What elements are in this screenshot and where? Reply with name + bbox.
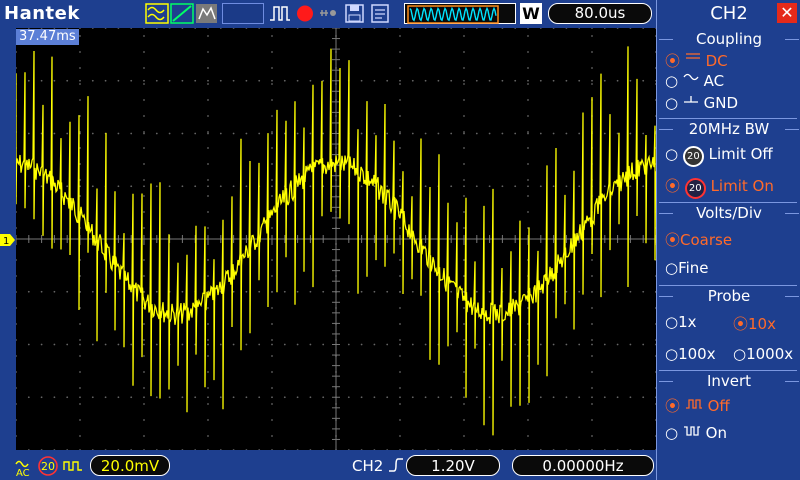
- channel-menu: CH2 ✕ Coupling ⦿ DC ○ AC ○ GND 20MHz BW …: [656, 0, 800, 480]
- svg-text:1: 1: [3, 236, 9, 247]
- status-blank-box: [222, 3, 264, 24]
- volts-div-label: Volts/Div: [657, 204, 800, 222]
- radio-selected-icon: ⦿: [665, 177, 681, 195]
- toolbar-icons[interactable]: [318, 3, 398, 24]
- radio-icon: ○: [665, 313, 679, 331]
- radio-icon: ○: [665, 145, 679, 163]
- invert-label: Invert: [657, 372, 800, 390]
- bw-20-icon: 20: [684, 178, 706, 199]
- radio-selected-icon: ⦿: [665, 52, 681, 70]
- dc-icon: [685, 53, 700, 59]
- channel-level-marker[interactable]: 1: [0, 232, 16, 248]
- graticule: [16, 28, 656, 450]
- invert-off-option[interactable]: ⦿ Off: [665, 395, 730, 416]
- bw-limit-off-option[interactable]: ○ 20 Limit Off: [665, 145, 773, 167]
- run-stop-icon[interactable]: [296, 3, 314, 24]
- probe-1000x-label: 1000x: [746, 345, 794, 363]
- channel-status-icons: AC 20: [15, 456, 82, 478]
- radio-icon: ○: [665, 345, 679, 363]
- coupling-gnd-label: GND: [703, 94, 739, 112]
- inverted-pulse-icon: [683, 426, 700, 436]
- menu-divider: [659, 285, 797, 286]
- volts-div-value[interactable]: 20.0mV: [90, 455, 170, 476]
- coupling-ac-label: AC: [703, 72, 725, 90]
- menu-divider: [659, 202, 797, 203]
- trigger-source-label: CH2: [352, 457, 384, 475]
- volts-fine-label: Fine: [678, 259, 709, 277]
- radio-selected-icon: ⦿: [665, 397, 681, 415]
- volts-coarse-label: Coarse: [680, 231, 733, 249]
- invert-on-label: On: [705, 424, 727, 442]
- top-status-bar: Hantek W 80.0us: [0, 0, 656, 28]
- radio-selected-icon: ⦿: [665, 231, 681, 249]
- svg-text:20: 20: [41, 460, 55, 473]
- bw-label: 20MHz BW: [657, 120, 800, 138]
- waveform-display[interactable]: 37.47ms: [16, 28, 656, 450]
- bw-limit-on-label: Limit On: [710, 177, 774, 195]
- trigger-time-marker[interactable]: 37.47ms: [16, 29, 79, 45]
- radio-icon: ○: [733, 345, 747, 363]
- svg-text:AC: AC: [16, 468, 30, 478]
- ac-icon: [683, 73, 699, 81]
- probe-100x-option[interactable]: ○100x: [665, 345, 716, 363]
- close-button[interactable]: ✕: [777, 3, 797, 23]
- invert-off-label: Off: [707, 397, 730, 415]
- coupling-dc-option[interactable]: ⦿ DC: [665, 50, 728, 71]
- trigger-source[interactable]: CH2: [352, 457, 404, 475]
- gnd-icon: [683, 96, 698, 103]
- coupling-ac-option[interactable]: ○ AC: [665, 72, 724, 90]
- bottom-status-bar: AC 20 20.0mV CH2 1.20V 0.00000Hz: [0, 450, 656, 480]
- bw-limit-off-label: Limit Off: [708, 145, 773, 163]
- acq-mode-badge: W: [520, 3, 542, 24]
- coupling-gnd-option[interactable]: ○ GND: [665, 94, 738, 112]
- trigger-level-value[interactable]: 1.20V: [406, 455, 500, 476]
- probe-100x-label: 100x: [678, 345, 716, 363]
- radio-icon: ○: [665, 72, 679, 90]
- probe-10x-label: 10x: [748, 315, 776, 333]
- timebase-window-indicator[interactable]: [404, 3, 516, 24]
- coupling-label: Coupling: [657, 30, 800, 48]
- menu-divider: [659, 118, 797, 119]
- volts-coarse-option[interactable]: ⦿Coarse: [665, 229, 732, 250]
- pulse-icon: [685, 399, 702, 409]
- radio-icon: ○: [665, 94, 679, 112]
- bw-20-icon: 20: [682, 146, 704, 167]
- menu-divider: [659, 370, 797, 371]
- probe-1x-label: 1x: [678, 313, 697, 331]
- coupling-dc-label: DC: [705, 52, 728, 70]
- probe-1x-option[interactable]: ○1x: [665, 313, 697, 331]
- radio-selected-icon: ⦿: [733, 315, 749, 333]
- volts-fine-option[interactable]: ○Fine: [665, 259, 709, 277]
- rising-edge-icon: [389, 458, 404, 472]
- timebase-value[interactable]: 80.0us: [548, 3, 652, 24]
- trigger-edge-icon[interactable]: [268, 3, 292, 24]
- brand-logo: Hantek: [4, 3, 80, 24]
- probe-1000x-option[interactable]: ○1000x: [733, 345, 793, 363]
- invert-on-option[interactable]: ○ On: [665, 424, 727, 442]
- radio-icon: ○: [665, 259, 679, 277]
- radio-icon: ○: [665, 424, 679, 442]
- bw-limit-on-option[interactable]: ⦿ 20 Limit On: [665, 175, 774, 199]
- measure-icons[interactable]: [145, 3, 219, 24]
- frequency-readout: 0.00000Hz: [512, 455, 654, 476]
- probe-10x-option[interactable]: ⦿10x: [733, 313, 776, 334]
- probe-label: Probe: [657, 287, 800, 305]
